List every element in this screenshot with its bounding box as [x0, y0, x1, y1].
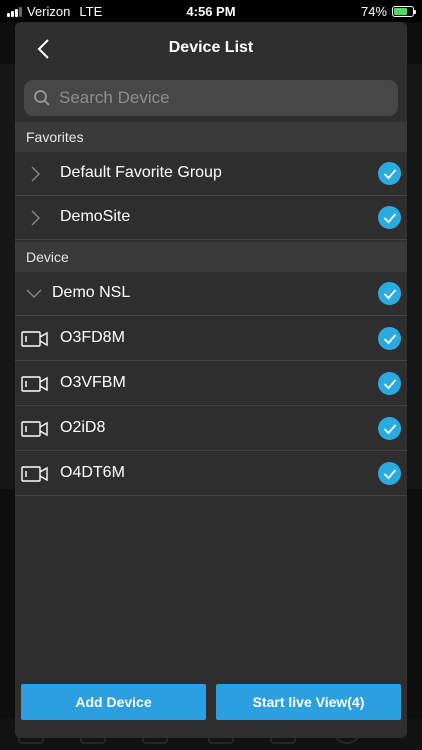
camera-icon: [21, 376, 48, 392]
chevron-right-icon: [31, 166, 40, 182]
camera-row[interactable]: O3VFBM: [15, 362, 407, 406]
favorite-site-label: DemoSite: [60, 208, 131, 225]
camera-label: O3FD8M: [60, 329, 125, 346]
search-input[interactable]: [57, 87, 398, 109]
device-list-panel: Device List Favorites Default Favorite G…: [15, 22, 407, 738]
checkmark-toggle[interactable]: [378, 162, 401, 185]
device-group-row[interactable]: Demo NSL: [15, 272, 407, 316]
search-icon: [34, 90, 50, 106]
header: Device List: [15, 22, 407, 76]
camera-icon: [21, 331, 48, 347]
camera-icon: [21, 421, 48, 437]
checkmark-toggle[interactable]: [378, 462, 401, 485]
checkmark-icon: [383, 423, 396, 434]
battery-icon: [392, 6, 416, 17]
device-group-label: Demo NSL: [52, 284, 131, 301]
checkmark-icon: [383, 468, 396, 479]
section-header-favorites: Favorites: [15, 122, 407, 152]
checkmark-toggle[interactable]: [378, 372, 401, 395]
camera-label: O4DT6M: [60, 464, 125, 481]
favorite-group-label: Default Favorite Group: [60, 164, 222, 181]
checkmark-toggle[interactable]: [378, 327, 401, 350]
camera-row[interactable]: O3FD8M: [15, 317, 407, 361]
favorite-site-row[interactable]: DemoSite: [15, 196, 407, 240]
chevron-right-icon: [31, 210, 40, 226]
checkmark-toggle[interactable]: [378, 417, 401, 440]
checkmark-icon: [383, 288, 396, 299]
start-live-view-button[interactable]: Start live View(4): [216, 684, 401, 720]
search-bar[interactable]: [24, 80, 398, 116]
camera-row[interactable]: O2iD8: [15, 407, 407, 451]
battery-percent: 74%: [360, 4, 387, 19]
checkmark-toggle[interactable]: [378, 206, 401, 229]
camera-icon: [21, 466, 48, 482]
footer-actions: Add Device Start live View(4): [15, 672, 407, 738]
camera-row[interactable]: O4DT6M: [15, 452, 407, 496]
checkmark-toggle[interactable]: [378, 282, 401, 305]
checkmark-icon: [383, 212, 396, 223]
section-header-device: Device: [15, 242, 407, 272]
chevron-down-icon: [26, 289, 42, 298]
add-device-button[interactable]: Add Device: [21, 684, 206, 720]
checkmark-icon: [383, 168, 396, 179]
status-bar: Verizon LTE 4:56 PM 74%: [0, 0, 422, 22]
page-title: Device List: [168, 39, 254, 56]
checkmark-icon: [383, 378, 396, 389]
clock: 4:56 PM: [186, 4, 236, 19]
camera-label: O3VFBM: [60, 374, 126, 391]
favorite-group-row[interactable]: Default Favorite Group: [15, 152, 407, 196]
checkmark-icon: [383, 333, 396, 344]
camera-label: O2iD8: [60, 419, 106, 436]
